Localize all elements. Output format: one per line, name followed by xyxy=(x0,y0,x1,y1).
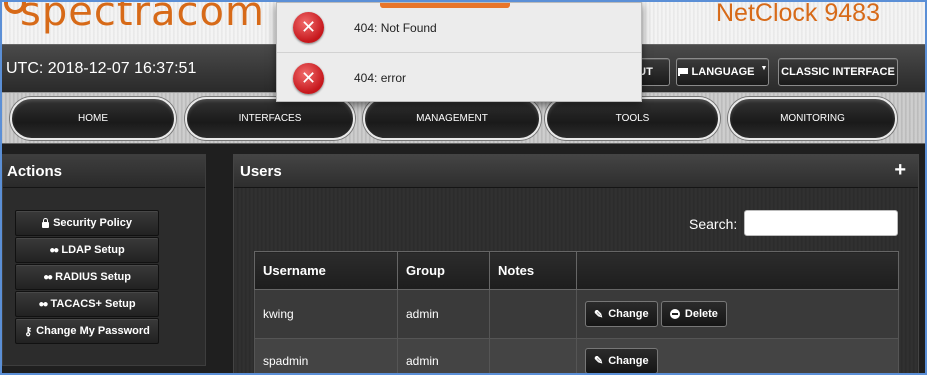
nav-monitoring[interactable]: MONITORING xyxy=(728,97,897,140)
pencil-icon: ✎ xyxy=(594,308,604,321)
notes-cell xyxy=(489,338,577,373)
product-name: NetClock 9483 xyxy=(716,0,880,27)
ldap-setup-button[interactable]: ●● LDAP Setup xyxy=(15,237,159,263)
action-label: Change My Password xyxy=(36,325,150,337)
nav-tools[interactable]: TOOLS xyxy=(545,97,720,140)
search-label: Search: xyxy=(689,216,738,232)
actions-title: Actions xyxy=(3,155,205,188)
change-button[interactable]: ✎ Change xyxy=(585,347,658,373)
security-policy-button[interactable]: Security Policy xyxy=(15,210,159,236)
search-input[interactable] xyxy=(744,210,898,236)
language-dropdown[interactable]: LANGUAGE ▼ xyxy=(676,58,769,86)
users-body: Search: Username Group Notes kwing admin… xyxy=(234,188,918,373)
notification-message: 404: error xyxy=(354,71,407,85)
column-header-username[interactable]: Username xyxy=(254,251,398,290)
change-password-button[interactable]: ⚷ Change My Password xyxy=(15,318,159,344)
group-cell: admin xyxy=(397,289,490,339)
action-label: RADIUS Setup xyxy=(55,271,131,283)
table-header-row: Username Group Notes xyxy=(254,251,899,290)
classic-interface-button[interactable]: CLASSIC INTERFACE xyxy=(778,58,898,86)
notification-message: 404: Not Found xyxy=(354,20,437,35)
error-x-icon: ✕ xyxy=(293,62,324,94)
change-button[interactable]: ✎ Change xyxy=(585,301,658,327)
table-row: kwing admin ✎ Change Delete xyxy=(254,289,899,339)
users-icon: ●● xyxy=(43,271,53,283)
utc-clock: UTC: 2018-12-07 16:37:51 xyxy=(6,60,197,77)
notes-cell xyxy=(489,289,577,339)
nav-interfaces[interactable]: INTERFACES xyxy=(185,97,355,140)
spectracom-logo: spectracom xyxy=(20,0,265,35)
lock-icon xyxy=(42,217,50,228)
key-icon: ⚷ xyxy=(24,325,33,338)
users-icon: ●● xyxy=(49,244,59,256)
error-x-icon: ✕ xyxy=(293,12,324,43)
table-row: spadmin admin ✎ Change xyxy=(254,338,899,373)
change-label: Change xyxy=(608,354,649,367)
notification-item[interactable]: ✕ 404: error xyxy=(277,53,641,103)
notification-popup: ✕ 404: Not Found ✕ 404: error xyxy=(276,2,642,102)
flag-icon xyxy=(677,68,688,76)
username-cell: spadmin xyxy=(254,338,398,373)
add-user-plus-icon[interactable]: + xyxy=(894,159,906,182)
users-icon: ●● xyxy=(38,298,48,310)
language-label: LANGUAGE xyxy=(691,66,755,78)
change-label: Change xyxy=(608,308,649,320)
caret-down-icon: ▼ xyxy=(760,64,768,72)
actions-cell: ✎ Change xyxy=(576,338,899,373)
notification-item[interactable]: ✕ 404: Not Found xyxy=(277,3,641,53)
column-header-group[interactable]: Group xyxy=(397,251,490,290)
classic-interface-label: CLASSIC INTERFACE xyxy=(781,66,895,78)
tacacs-setup-button[interactable]: ●● TACACS+ Setup xyxy=(15,291,159,317)
actions-panel: Actions Security Policy ●● LDAP Setup ●●… xyxy=(2,154,206,366)
delete-label: Delete xyxy=(684,308,718,320)
action-label: Security Policy xyxy=(53,217,132,229)
column-header-actions xyxy=(576,251,899,290)
nav-home[interactable]: HOME xyxy=(10,97,176,140)
pencil-icon: ✎ xyxy=(594,355,604,367)
username-cell: kwing xyxy=(254,289,398,339)
users-title: Users xyxy=(240,163,282,180)
content-area: Actions Security Policy ●● LDAP Setup ●●… xyxy=(2,144,925,373)
users-header: Users + xyxy=(234,155,918,188)
group-cell: admin xyxy=(397,338,490,373)
actions-cell: ✎ Change Delete xyxy=(576,289,899,339)
actions-list: Security Policy ●● LDAP Setup ●● RADIUS … xyxy=(15,210,159,345)
delete-button[interactable]: Delete xyxy=(660,301,727,327)
users-panel: Users + Search: Username Group Notes kwi… xyxy=(233,154,919,373)
users-table: Username Group Notes kwing admin ✎ Chang… xyxy=(254,251,899,373)
action-label: TACACS+ Setup xyxy=(50,298,136,310)
nav-management[interactable]: MANAGEMENT xyxy=(363,97,541,140)
column-header-notes[interactable]: Notes xyxy=(489,251,577,290)
radius-setup-button[interactable]: ●● RADIUS Setup xyxy=(15,264,159,290)
app-window: spectracom NetClock 9483 UTC: 2018-12-07… xyxy=(0,0,927,375)
action-label: LDAP Setup xyxy=(61,244,125,256)
minus-circle-icon xyxy=(669,309,680,319)
